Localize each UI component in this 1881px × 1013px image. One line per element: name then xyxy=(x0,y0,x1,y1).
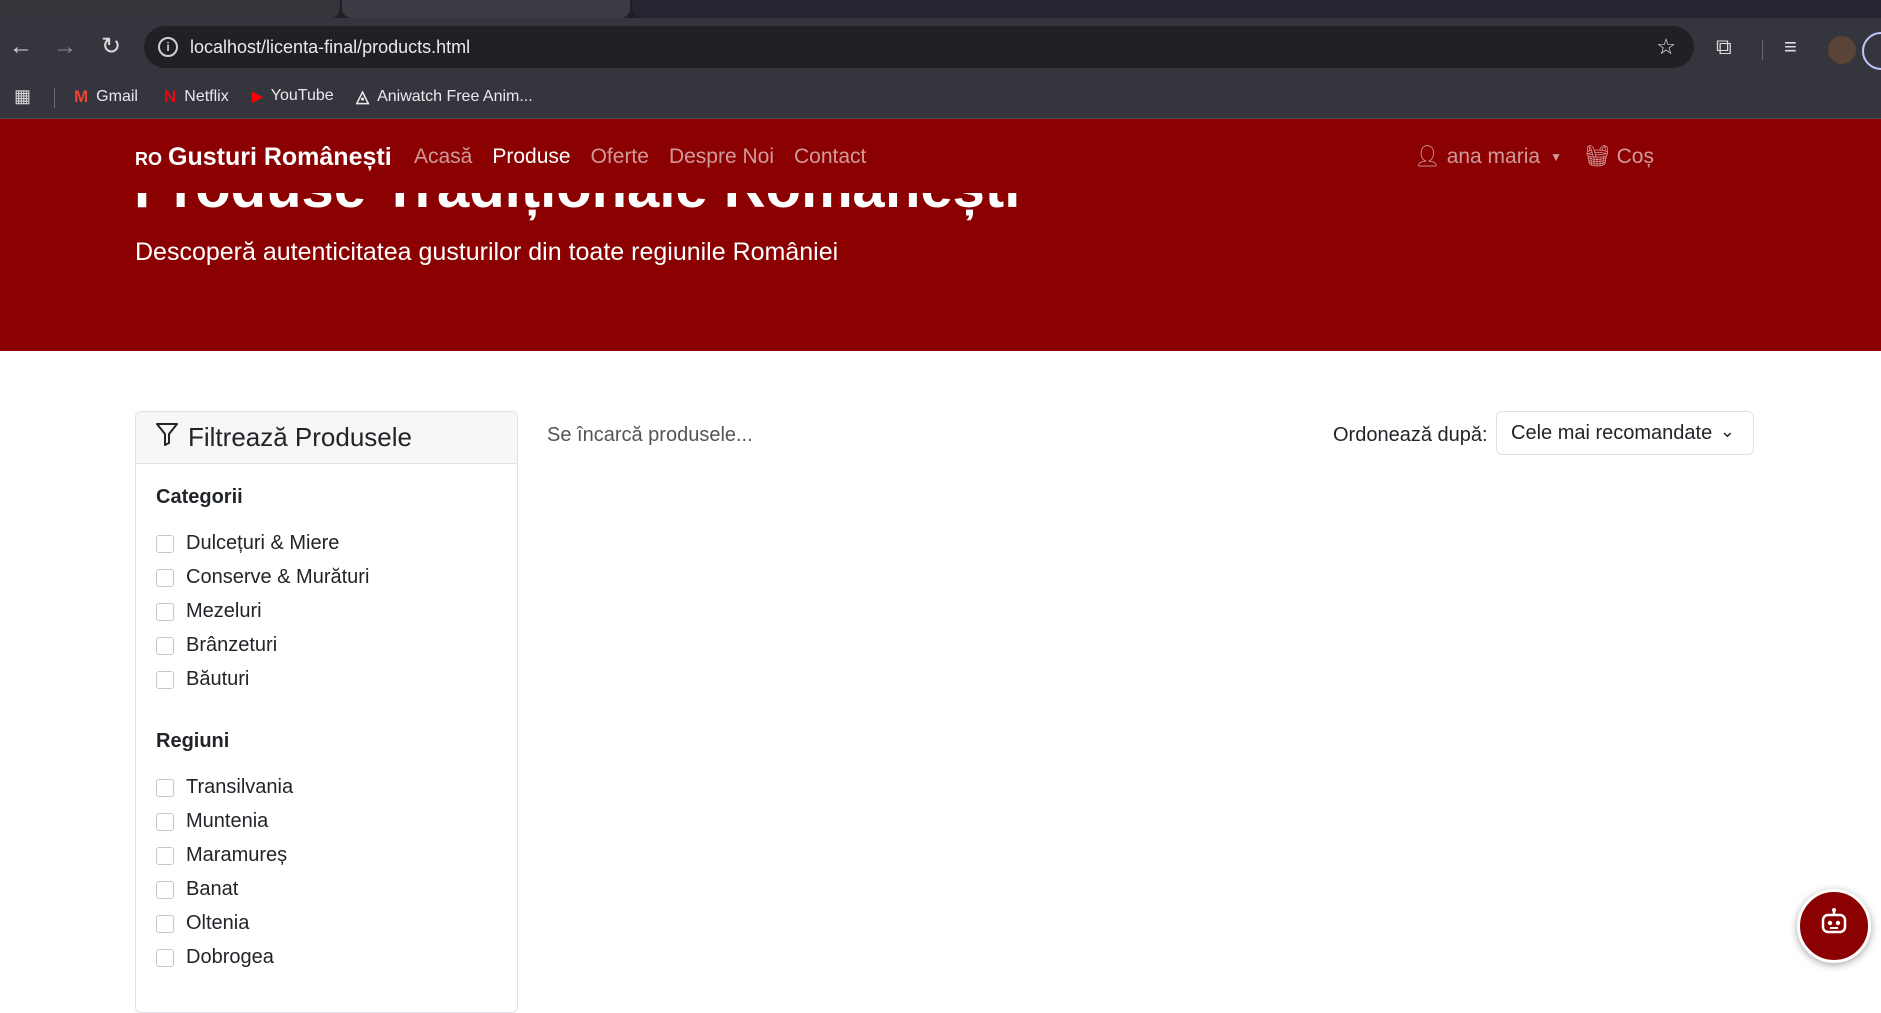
browser-tabstrip-empty xyxy=(632,0,1881,18)
nav-link-oferte[interactable]: Oferte xyxy=(591,145,649,169)
bookmark-youtube[interactable]: ▶ YouTube xyxy=(252,87,334,105)
filter-card: Filtrează Produsele Categorii Dulcețuri … xyxy=(135,411,518,1013)
region-checkbox[interactable]: Dobrogea xyxy=(156,946,274,969)
media-control-icon[interactable]: ≡ xyxy=(1784,32,1797,62)
category-checkbox[interactable]: Brânzeturi xyxy=(156,634,277,657)
checkbox[interactable] xyxy=(156,812,174,831)
aniwatch-icon: ◬ xyxy=(356,87,370,106)
loading-text: Se încarcă produsele... xyxy=(547,424,753,446)
bookmark-netflix[interactable]: N Netflix xyxy=(164,87,229,107)
address-url[interactable]: localhost/licenta-final/products.html xyxy=(190,37,470,58)
user-menu[interactable]: 👤︎ ana maria ▼ xyxy=(1414,145,1562,169)
forward-icon[interactable]: → xyxy=(50,32,80,62)
checkbox[interactable] xyxy=(156,846,174,865)
checkbox[interactable] xyxy=(156,880,174,899)
checkbox-label: Băuturi xyxy=(186,668,250,690)
basket-icon: 🧺︎ xyxy=(1583,145,1611,168)
checkbox[interactable] xyxy=(156,636,174,655)
checkbox[interactable] xyxy=(156,778,174,797)
browser-tabstrip xyxy=(0,0,1881,18)
browser-toolbar: ← → ↻ i localhost/licenta-final/products… xyxy=(0,18,1881,76)
bookmark-label: Gmail xyxy=(96,88,138,105)
gmail-icon: M xyxy=(74,87,89,106)
checkbox[interactable] xyxy=(156,670,174,689)
sort-select[interactable]: Cele mai recomandate ⌄ xyxy=(1496,411,1754,455)
cart-label: Coș xyxy=(1616,145,1654,168)
back-icon[interactable]: ← xyxy=(6,32,36,62)
brand-logo[interactable]: RO Gusturi Românești xyxy=(135,143,392,172)
bookmark-label: Netflix xyxy=(184,88,229,105)
site-navbar: RO Gusturi Românești Acasă Produse Oferte… xyxy=(0,119,1881,193)
robot-icon xyxy=(1818,907,1850,945)
user-name: ana maria xyxy=(1446,145,1541,168)
region-checkbox[interactable]: Oltenia xyxy=(156,912,249,935)
checkbox-label: Dobrogea xyxy=(186,946,274,968)
browser-tab[interactable] xyxy=(0,0,340,18)
checkbox[interactable] xyxy=(156,534,174,553)
region-checkbox[interactable]: Maramureș xyxy=(156,844,287,867)
checkbox-label: Banat xyxy=(186,878,239,900)
bookmarks-separator xyxy=(54,88,55,108)
chevron-down-icon: ⌄ xyxy=(1719,421,1735,441)
site-info-icon[interactable]: i xyxy=(158,37,178,57)
filter-header: Filtrează Produsele xyxy=(136,412,517,464)
sort-label: Ordonează după: xyxy=(1333,424,1488,446)
bookmark-star-icon[interactable]: ☆ xyxy=(1656,34,1676,60)
nav-right: 👤︎ ana maria ▼ 🧺︎ Coș xyxy=(1414,145,1654,169)
sort-value: Cele mai recomandate xyxy=(1511,421,1713,444)
brand-name: Gusturi Românești xyxy=(168,143,392,171)
nav-link-produse[interactable]: Produse xyxy=(492,145,570,169)
checkbox[interactable] xyxy=(156,948,174,967)
checkbox-label: Conserve & Murături xyxy=(186,566,370,588)
bookmark-aniwatch[interactable]: ◬ Aniwatch Free Anim... xyxy=(356,87,533,107)
profile-avatar[interactable] xyxy=(1826,34,1858,66)
regions-title: Regiuni xyxy=(156,730,230,752)
nav-link-acasa[interactable]: Acasă xyxy=(414,145,472,169)
browser-tab-active[interactable] xyxy=(342,0,630,18)
categories-title: Categorii xyxy=(156,486,243,508)
funnel-icon xyxy=(156,422,178,453)
checkbox[interactable] xyxy=(156,568,174,587)
checkbox-label: Muntenia xyxy=(186,810,269,832)
checkbox[interactable] xyxy=(156,602,174,621)
region-checkbox[interactable]: Transilvania xyxy=(156,776,293,799)
checkbox[interactable] xyxy=(156,914,174,933)
checkbox-label: Transilvania xyxy=(186,776,294,798)
chatbot-button[interactable] xyxy=(1797,889,1871,963)
caret-down-icon: ▼ xyxy=(1550,150,1562,164)
filter-title: Filtrează Produsele xyxy=(188,422,412,452)
youtube-icon: ▶ xyxy=(252,87,263,104)
toolbar-separator xyxy=(1762,40,1763,60)
checkbox-label: Dulcețuri & Miere xyxy=(186,532,340,554)
extensions-icon[interactable]: ⧉ xyxy=(1716,32,1732,62)
nav-links: Acasă Produse Oferte Despre Noi Contact xyxy=(414,145,886,169)
user-icon: 👤︎ xyxy=(1414,145,1441,168)
netflix-icon: N xyxy=(164,87,177,106)
nav-link-despre-noi[interactable]: Despre Noi xyxy=(669,145,774,169)
category-checkbox[interactable]: Dulcețuri & Miere xyxy=(156,532,339,555)
bookmarks-bar: ▦ M Gmail N Netflix ▶ YouTube ◬ Aniwatch… xyxy=(0,76,1881,119)
bookmark-label: Aniwatch Free Anim... xyxy=(377,88,533,105)
profile-ring-icon[interactable] xyxy=(1862,32,1881,70)
brand-prefix: RO xyxy=(135,149,162,169)
reload-icon[interactable]: ↻ xyxy=(96,32,126,62)
apps-grid-icon[interactable]: ▦ xyxy=(14,86,31,107)
hero-subtitle: Descoperă autenticitatea gusturilor din … xyxy=(135,238,839,266)
checkbox-label: Oltenia xyxy=(186,912,250,934)
nav-link-contact[interactable]: Contact xyxy=(794,145,866,169)
category-checkbox[interactable]: Mezeluri xyxy=(156,600,262,623)
region-checkbox[interactable]: Banat xyxy=(156,878,238,901)
bookmark-label: YouTube xyxy=(270,87,334,104)
bookmark-gmail[interactable]: M Gmail xyxy=(74,87,138,107)
category-checkbox[interactable]: Băuturi xyxy=(156,668,249,691)
cart-link[interactable]: 🧺︎ Coș xyxy=(1584,145,1654,169)
region-checkbox[interactable]: Muntenia xyxy=(156,810,268,833)
address-bar[interactable]: i localhost/licenta-final/products.html … xyxy=(144,26,1694,68)
checkbox-label: Maramureș xyxy=(186,844,288,866)
checkbox-label: Mezeluri xyxy=(186,600,262,622)
checkbox-label: Brânzeturi xyxy=(186,634,278,656)
category-checkbox[interactable]: Conserve & Murături xyxy=(156,566,369,589)
